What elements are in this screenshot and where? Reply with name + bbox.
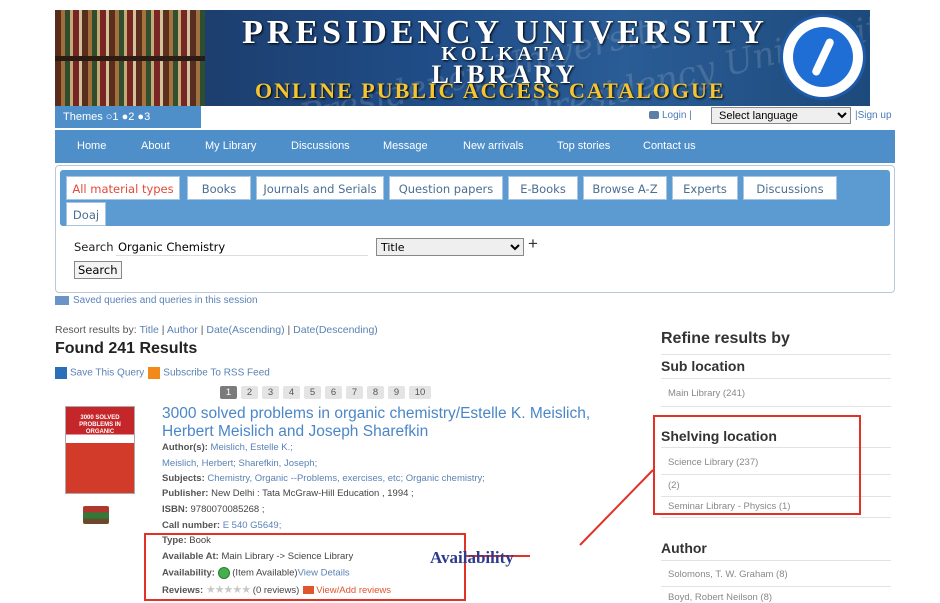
annotation-arrows (466, 469, 654, 557)
availability-annotation-label: Availability (430, 548, 514, 567)
annotation-arrow (579, 469, 654, 546)
